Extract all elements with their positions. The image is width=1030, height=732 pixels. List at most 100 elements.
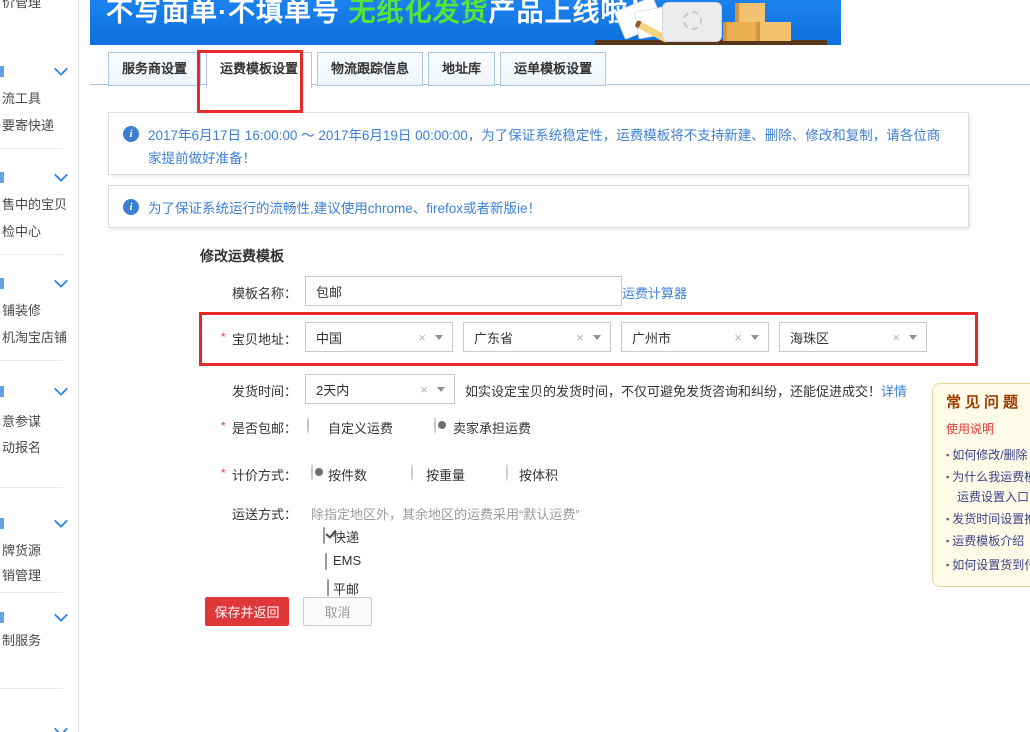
bullet-icon: ▪ (946, 450, 949, 460)
faq-link-ship-time-setting[interactable]: ▪发货时间设置推 (946, 510, 1030, 527)
sidebar-divider (0, 688, 63, 689)
faq-usage-instructions-link[interactable]: 使用说明 (946, 420, 994, 437)
package-box-icon (735, 3, 765, 22)
faq-panel: 常见问题 使用说明 ▪如何修改/删除 ▪为什么我运费模 运费设置入口 ▪发货时间… (932, 383, 1030, 587)
sidebar-section-title-fragment (0, 518, 4, 529)
clear-icon[interactable] (420, 382, 428, 397)
cancel-button[interactable]: 取消 (303, 597, 372, 626)
clear-icon[interactable] (892, 330, 900, 345)
tab-address-library[interactable]: 地址库 (428, 52, 495, 86)
tab-logistics-tracking-info[interactable]: 物流跟踪信息 (317, 52, 423, 86)
sidebar-item-logistics-tools[interactable]: 流工具 (2, 88, 41, 107)
caret-down-icon[interactable] (435, 335, 443, 340)
checkbox-surface-mail-label[interactable]: 平邮 (333, 579, 359, 598)
chevron-down-icon[interactable] (54, 168, 68, 182)
radio-seller-pays-freight-label[interactable]: 卖家承担运费 (453, 418, 531, 437)
sidebar-section-title-fragment (0, 386, 4, 397)
tab-waybill-template-settings[interactable]: 运单模板设置 (500, 52, 606, 86)
caret-down-icon[interactable] (437, 387, 445, 392)
sidebar-item-inspection-center[interactable]: 检中心 (2, 221, 41, 240)
checkbox-express-label[interactable]: 快递 (333, 527, 359, 546)
sidebar-item-distribution-management[interactable]: 销管理 (2, 565, 41, 584)
faq-link-modify-delete[interactable]: ▪如何修改/删除 (946, 446, 1028, 463)
checkbox-ems[interactable] (325, 553, 327, 570)
sidebar-item-items-on-sale[interactable]: 售中的宝贝 (2, 194, 67, 213)
sidebar-section-title-fragment (0, 172, 4, 183)
clear-icon[interactable] (418, 330, 426, 345)
faq-link-template-intro[interactable]: ▪运费模板介绍 (946, 532, 1024, 549)
chevron-down-icon[interactable] (54, 274, 68, 288)
notice-browser: 为了保证系统运行的流畅性,建议使用chrome、firefox或者新版ie！ (108, 185, 969, 228)
shipping-method-hint: 除指定地区外，其余地区的运费采用“默认运费” (311, 504, 580, 523)
shipping-template-settings-page: 价管理 流工具 要寄快递 售中的宝贝 检中心 铺装修 机淘宝店铺 意参谋 动报名… (0, 0, 1030, 732)
promo-banner[interactable]: 不写面单·不填单号 无纸化发货产品上线啦！ (90, 0, 841, 45)
chevron-down-icon[interactable] (54, 514, 68, 528)
tab-shipping-template-settings[interactable]: 运费模板设置 (206, 52, 312, 88)
faq-link-cod-setting[interactable]: ▪如何设置货到付 (946, 556, 1030, 573)
radio-by-piece-label[interactable]: 按件数 (328, 465, 367, 484)
address-province-value: 广东省 (474, 328, 576, 347)
banner-text-white: 不写面单·不填单号 (106, 0, 349, 27)
sidebar-item-partial-top[interactable]: 价管理 (2, 0, 41, 11)
sidebar-item-mobile-taobao-shop[interactable]: 机淘宝店铺 (2, 327, 67, 346)
faq-link-why-template[interactable]: ▪为什么我运费模 (946, 468, 1030, 485)
tab-service-provider-settings[interactable]: 服务商设置 (108, 52, 201, 86)
clear-icon[interactable] (576, 330, 584, 345)
faq-link-freight-entry[interactable]: 运费设置入口 (957, 488, 1029, 505)
ship-time-select[interactable]: 2天内 (305, 374, 455, 404)
sidebar-divider (0, 148, 63, 149)
caret-down-icon[interactable] (909, 335, 917, 340)
sidebar-item-send-express[interactable]: 要寄快递 (2, 115, 54, 134)
checkbox-surface-mail[interactable] (327, 579, 329, 596)
radio-by-volume-label[interactable]: 按体积 (519, 465, 558, 484)
chevron-down-icon[interactable] (54, 382, 68, 396)
sidebar-item-custom-service[interactable]: 制服务 (2, 630, 41, 649)
checkbox-express[interactable] (323, 527, 325, 544)
clear-icon[interactable] (734, 330, 742, 345)
bullet-icon: ▪ (946, 514, 949, 524)
chevron-down-icon[interactable] (54, 608, 68, 622)
ship-time-label: 发货时间： (200, 381, 297, 400)
template-name-label: 模板名称： (200, 283, 297, 302)
notice-maintenance: 2017年6月17日 16:00:00 ～ 2017年6月19日 00:00:0… (108, 112, 969, 175)
sidebar-divider (0, 487, 63, 488)
freight-calculator-link[interactable]: 运费计算器 (622, 283, 687, 302)
radio-seller-pays-freight[interactable] (434, 417, 436, 434)
sidebar-divider (0, 360, 63, 361)
address-province-select[interactable]: 广东省 (463, 322, 611, 352)
pricing-method-label: 计价方式： (200, 465, 297, 484)
sidebar-item-shop-decoration[interactable]: 铺装修 (2, 300, 41, 319)
checkbox-ems-label[interactable]: EMS (333, 553, 361, 568)
caret-down-icon[interactable] (593, 335, 601, 340)
address-city-select[interactable]: 广州市 (621, 322, 769, 352)
sidebar-item-brand-supply[interactable]: 牌货源 (2, 540, 41, 559)
package-box-icon (756, 22, 791, 41)
info-icon (123, 126, 139, 142)
ship-time-detail-link[interactable]: 详情 (881, 384, 907, 399)
template-name-input[interactable] (305, 276, 622, 306)
sidebar-item-business-advisor[interactable]: 意参谋 (2, 411, 41, 430)
shipping-method-label: 运送方式： (200, 504, 297, 523)
chevron-down-icon[interactable] (54, 62, 68, 76)
radio-by-volume[interactable] (506, 464, 508, 481)
sidebar-item-activity-signup[interactable]: 动报名 (2, 437, 41, 456)
info-icon (123, 199, 139, 215)
radio-by-weight[interactable] (411, 464, 413, 481)
sidebar-divider (0, 254, 63, 255)
banner-headline: 不写面单·不填单号 无纸化发货产品上线啦！ (106, 0, 657, 29)
address-country-select[interactable]: 中国 (305, 322, 453, 352)
package-box-icon (723, 22, 758, 41)
radio-by-weight-label[interactable]: 按重量 (426, 465, 465, 484)
faq-title: 常见问题 (946, 391, 1022, 412)
radio-by-piece[interactable] (311, 464, 313, 481)
save-and-return-button[interactable]: 保存并返回 (205, 597, 289, 626)
tab-bar: 服务商设置 运费模板设置 物流跟踪信息 地址库 运单模板设置 (108, 52, 606, 88)
radio-custom-freight-label[interactable]: 自定义运费 (328, 418, 393, 437)
free-shipping-label: 是否包邮： (200, 418, 297, 437)
chevron-down-icon[interactable] (54, 722, 68, 732)
radio-custom-freight[interactable] (307, 417, 309, 434)
sidebar-section-title-fragment (0, 66, 4, 77)
address-country-value: 中国 (316, 328, 418, 347)
caret-down-icon[interactable] (751, 335, 759, 340)
address-district-select[interactable]: 海珠区 (779, 322, 927, 352)
